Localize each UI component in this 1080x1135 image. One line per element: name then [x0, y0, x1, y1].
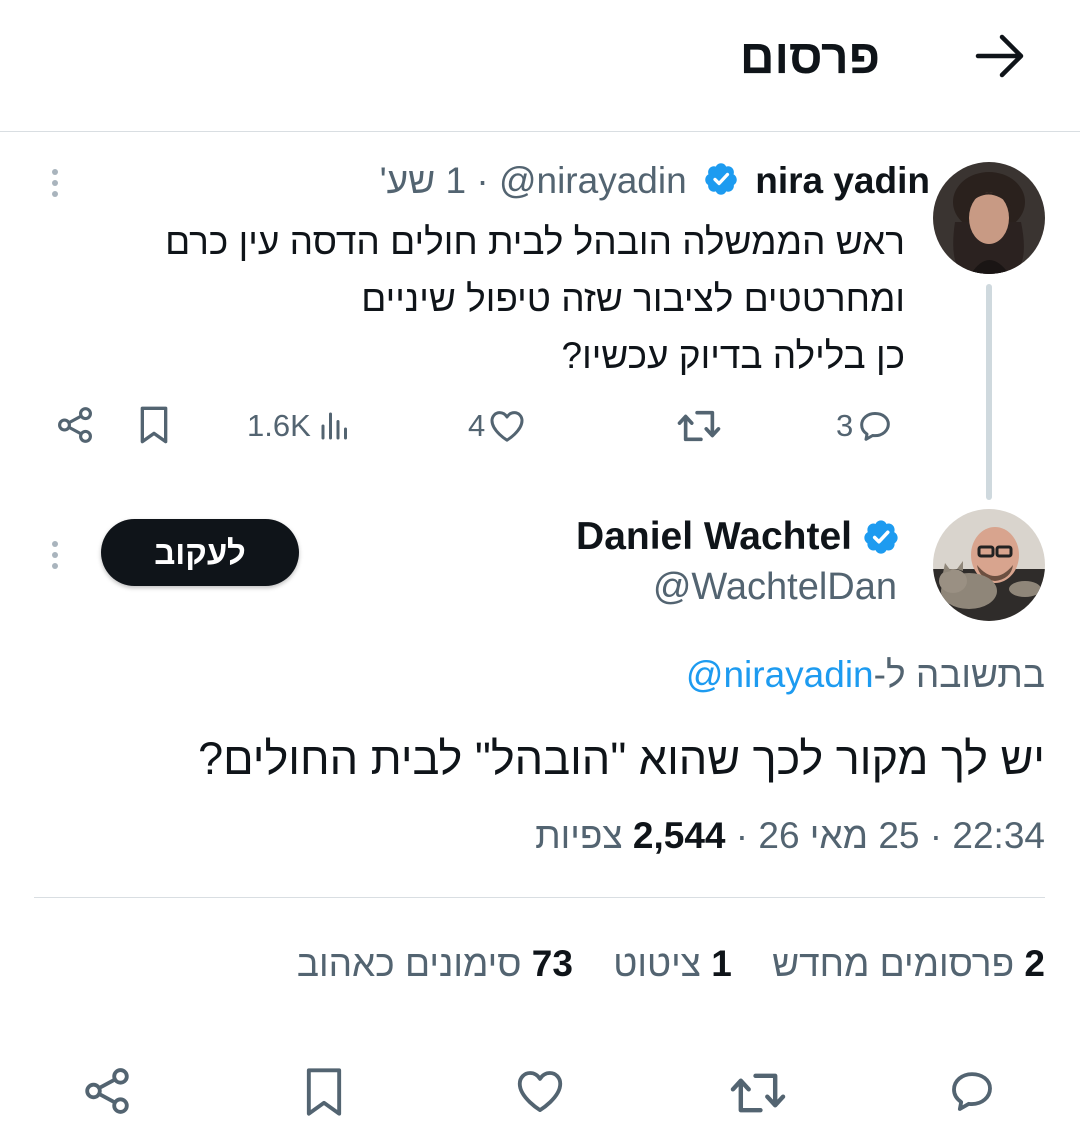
post-text-line: ומחרטטים לציבור שזה טיפול שיניים: [361, 278, 905, 319]
reposts-stat[interactable]: 2 פרסומים מחדש: [772, 943, 1045, 984]
share-button[interactable]: [80, 1064, 134, 1118]
analytics-icon: [321, 412, 347, 440]
views-button[interactable]: 1.6K: [247, 403, 353, 449]
reply-count: 3: [836, 408, 854, 443]
stats-divider: [34, 897, 1045, 898]
views-count: 1.6K: [247, 408, 311, 443]
like-button[interactable]: 4: [468, 403, 527, 449]
reply-button[interactable]: 3: [836, 403, 895, 449]
follow-button[interactable]: לעקוב: [101, 519, 299, 586]
avatar[interactable]: [933, 162, 1045, 274]
heart-icon: [517, 1071, 563, 1113]
post-stats: 2 פרסומים מחדש 1 ציטוט 73 סימונים כאהוב: [297, 940, 1045, 988]
likes-stat[interactable]: 73 סימונים כאהוב: [297, 943, 573, 984]
author-name[interactable]: Daniel Wachtel: [576, 515, 852, 559]
share-icon: [58, 407, 92, 443]
post-text-line: כן בלילה בדיוק עכשיו?: [561, 335, 906, 376]
views-label: צפיות: [535, 815, 633, 856]
reply-prefix: בתשובה ל-: [873, 654, 1045, 695]
post-meta: 22:34 · 25 מאי 26 · 2,544 צפיות: [535, 812, 1045, 860]
quotes-stat[interactable]: 1 ציטוט: [613, 943, 732, 984]
like-button[interactable]: [513, 1064, 567, 1118]
author-name[interactable]: nira yadin: [755, 160, 930, 201]
post-text: יש לך מקור לכך שהוא "הובהל" לבית החולים?: [198, 733, 1045, 784]
post-text-line: ראש הממשלה הובהל לבית חולים הדסה עין כרם: [165, 221, 905, 262]
repost-icon: [677, 410, 721, 442]
reply-context: בתשובה ל-@nirayadin: [686, 652, 1045, 698]
thread-line: [986, 284, 992, 500]
arrow-right-icon: [975, 34, 1024, 78]
parent-post-text: ראש הממשלה הובהל לבית חולים הדסה עין כרם…: [165, 213, 905, 384]
author-handle[interactable]: @WachtelDan: [653, 564, 897, 610]
author-handle[interactable]: @nirayadin: [499, 160, 687, 201]
bookmark-icon: [306, 1068, 342, 1116]
like-count: 4: [468, 408, 486, 443]
author-name-row: Daniel Wachtel: [576, 512, 900, 562]
views-count: 2,544: [632, 815, 726, 856]
verified-badge-icon: [703, 161, 739, 197]
parent-post-header: nira yadin @nirayadin · 1 שע': [380, 158, 930, 204]
avatar[interactable]: [933, 509, 1045, 621]
repost-icon: [730, 1073, 786, 1113]
share-button[interactable]: [54, 404, 96, 446]
back-button[interactable]: [972, 28, 1028, 84]
share-icon: [85, 1068, 129, 1114]
bookmark-icon: [140, 406, 168, 444]
reply-icon: [952, 1072, 992, 1111]
heart-icon: [490, 411, 524, 442]
header-divider: [0, 131, 1080, 132]
post-timestamp[interactable]: 22:34 · 25 מאי 26 ·: [725, 815, 1045, 856]
post-time: · 1 שע': [379, 160, 489, 201]
bookmark-button[interactable]: [298, 1062, 350, 1122]
page-title: פרסום: [739, 31, 880, 84]
reply-button[interactable]: [945, 1064, 999, 1118]
reply-icon: [860, 412, 891, 441]
more-options-icon[interactable]: [52, 164, 58, 202]
reply-to-link[interactable]: @nirayadin: [686, 654, 874, 695]
repost-button[interactable]: [676, 405, 722, 447]
more-options-icon[interactable]: [52, 536, 58, 574]
bookmark-button[interactable]: [134, 403, 174, 447]
repost-button[interactable]: [728, 1066, 788, 1120]
verified-badge-icon: [862, 518, 900, 556]
